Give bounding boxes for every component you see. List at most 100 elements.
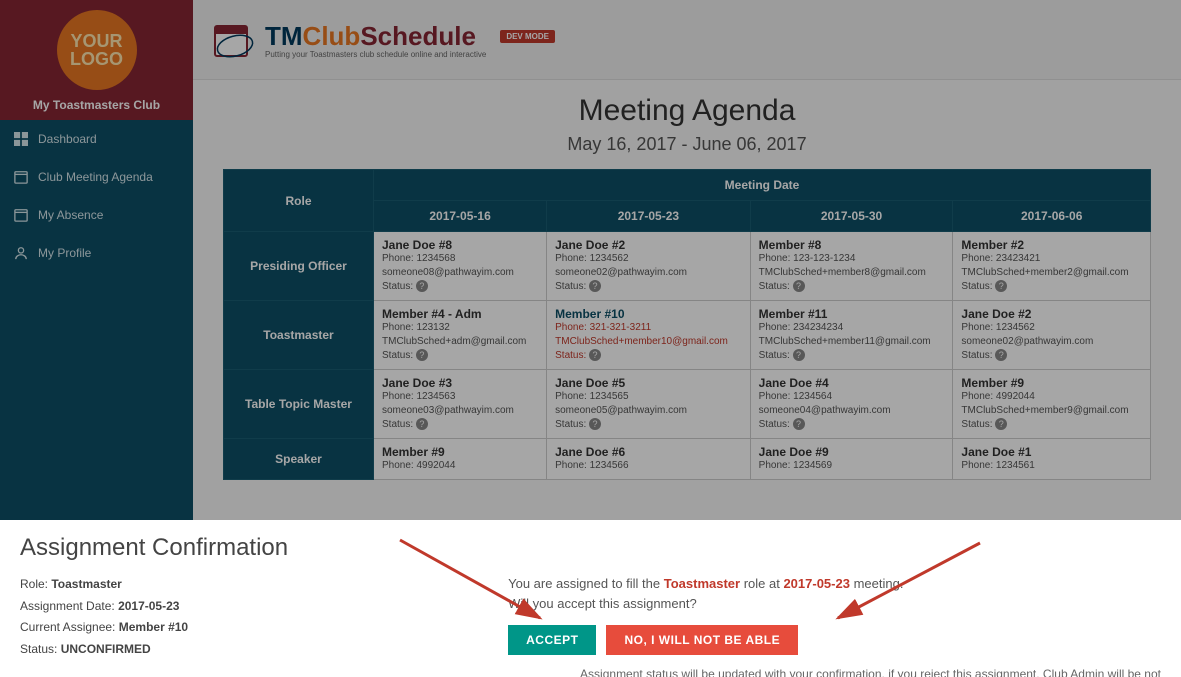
date-label: Assignment Date: [20, 599, 115, 613]
assignee-name: Member #9 [382, 445, 538, 459]
assignee-email: TMClubSched+member2@gmail.com [961, 266, 1142, 280]
sidebar-nav: Dashboard Club Meeting Agenda My Absence… [0, 120, 193, 272]
role-header: Role [224, 170, 374, 232]
assignee-status: Status: ? [961, 418, 1142, 432]
role-cell: Table Topic Master [224, 370, 374, 439]
date-range: May 16, 2017 - June 06, 2017 [223, 134, 1151, 155]
assignee-status: Status: ? [382, 280, 538, 294]
sidebar-item-label: My Profile [38, 246, 91, 260]
assignee-status: Status: ? [961, 349, 1142, 363]
assignee-phone: Phone: 123-123-1234 [759, 252, 945, 266]
assignment-cell[interactable]: Member #9Phone: 4992044 [374, 439, 547, 480]
assignee-status: Status: ? [382, 418, 538, 432]
assignment-cell[interactable]: Member #2Phone: 23423421TMClubSched+memb… [953, 232, 1151, 301]
assignee-phone: Phone: 1234565 [555, 390, 742, 404]
confirmation-title: Assignment Confirmation [20, 534, 1161, 562]
status-help-icon[interactable]: ? [416, 280, 428, 292]
assignee-email: someone02@pathwayim.com [555, 266, 742, 280]
status-help-icon[interactable]: ? [589, 418, 601, 430]
role-label: Role: [20, 577, 48, 591]
status-help-icon[interactable]: ? [793, 418, 805, 430]
main: Meeting Agenda May 16, 2017 - June 06, 2… [193, 80, 1181, 494]
person-icon [14, 246, 28, 260]
assignee-name: Member #11 [759, 307, 945, 321]
assignment-cell[interactable]: Jane Doe #1Phone: 1234561 [953, 439, 1151, 480]
sidebar-item-agenda[interactable]: Club Meeting Agenda [0, 158, 193, 196]
assignee-status: Status: ? [555, 418, 742, 432]
assignee-status: Status: ? [555, 280, 742, 294]
reject-button[interactable]: NO, I WILL NOT BE ABLE [606, 625, 798, 655]
sidebar-item-dashboard[interactable]: Dashboard [0, 120, 193, 158]
dashboard-icon [14, 132, 28, 146]
content-area: TMClubSchedule Putting your Toastmasters… [193, 0, 1181, 520]
assignee-email: someone04@pathwayim.com [759, 404, 945, 418]
assignee-name: Member #2 [961, 238, 1142, 252]
assignment-cell[interactable]: Jane Doe #8Phone: 1234568someone08@pathw… [374, 232, 547, 301]
accept-button[interactable]: ACCEPT [508, 625, 596, 655]
confirmation-message-block: You are assigned to fill the Toastmaster… [218, 574, 1161, 677]
assignment-cell[interactable]: Member #9Phone: 4992044TMClubSched+membe… [953, 370, 1151, 439]
assignee-phone: Phone: 123132 [382, 321, 538, 335]
calendar-x-icon [14, 208, 28, 222]
assignee-email: someone05@pathwayim.com [555, 404, 742, 418]
status-help-icon[interactable]: ? [793, 349, 805, 361]
assignment-cell[interactable]: Member #10Phone: 321-321-3211TMClubSched… [547, 301, 751, 370]
assignee-name: Member #9 [961, 376, 1142, 390]
assignee-name: Jane Doe #6 [555, 445, 742, 459]
status-help-icon[interactable]: ? [793, 280, 805, 292]
status-help-icon[interactable]: ? [416, 418, 428, 430]
table-row: Table Topic MasterJane Doe #3Phone: 1234… [224, 370, 1151, 439]
assignee-phone: Phone: 1234562 [555, 252, 742, 266]
status-value: UNCONFIRMED [61, 642, 151, 656]
assignee-name: Jane Doe #2 [961, 307, 1142, 321]
date-column-header: 2017-05-16 [374, 201, 547, 232]
status-help-icon[interactable]: ? [416, 349, 428, 361]
sidebar-item-label: Dashboard [38, 132, 97, 146]
role-value: Toastmaster [51, 577, 121, 591]
assignment-cell[interactable]: Jane Doe #3Phone: 1234563someone03@pathw… [374, 370, 547, 439]
assignee-status: Status: ? [382, 349, 538, 363]
assignment-cell[interactable]: Jane Doe #6Phone: 1234566 [547, 439, 751, 480]
assignment-cell[interactable]: Member #4 - AdmPhone: 123132TMClubSched+… [374, 301, 547, 370]
assignee-phone: Phone: 321-321-3211 [555, 321, 742, 335]
status-help-icon[interactable]: ? [995, 349, 1007, 361]
role-cell: Presiding Officer [224, 232, 374, 301]
role-cell: Speaker [224, 439, 374, 480]
brand-text: TMClubSchedule [265, 21, 486, 52]
brand-schedule: Schedule [360, 21, 476, 51]
sidebar-item-profile[interactable]: My Profile [0, 234, 193, 272]
assignee-email: TMClubSched+adm@gmail.com [382, 335, 538, 349]
assignee-email: someone08@pathwayim.com [382, 266, 538, 280]
message-date: 2017-05-23 [783, 576, 850, 591]
sidebar-item-absence[interactable]: My Absence [0, 196, 193, 234]
assignee-email: someone03@pathwayim.com [382, 404, 538, 418]
assignee-phone: Phone: 1234562 [961, 321, 1142, 335]
confirmation-message: You are assigned to fill the Toastmaster… [508, 574, 1161, 613]
confirmation-panel: Assignment Confirmation Role: Toastmaste… [0, 520, 1181, 677]
assignee-name: Jane Doe #4 [759, 376, 945, 390]
assignment-cell[interactable]: Jane Doe #2Phone: 1234562someone02@pathw… [953, 301, 1151, 370]
assignment-cell[interactable]: Jane Doe #4Phone: 1234564someone04@pathw… [750, 370, 953, 439]
logo-line1: YOUR [70, 32, 122, 50]
assignment-cell[interactable]: Jane Doe #5Phone: 1234565someone05@pathw… [547, 370, 751, 439]
table-row: ToastmasterMember #4 - AdmPhone: 123132T… [224, 301, 1151, 370]
message-question: Will you accept this assignment? [508, 596, 697, 611]
status-help-icon[interactable]: ? [995, 280, 1007, 292]
assignee-label: Current Assignee: [20, 620, 115, 634]
status-help-icon[interactable]: ? [589, 280, 601, 292]
brand: TMClubSchedule Putting your Toastmasters… [211, 18, 555, 62]
status-help-icon[interactable]: ? [995, 418, 1007, 430]
assignment-cell[interactable]: Member #11Phone: 234234234TMClubSched+me… [750, 301, 953, 370]
assignment-cell[interactable]: Jane Doe #2Phone: 1234562someone02@pathw… [547, 232, 751, 301]
brand-tm: TM [265, 21, 303, 51]
sidebar-item-label: My Absence [38, 208, 103, 222]
status-help-icon[interactable]: ? [589, 349, 601, 361]
dev-mode-badge: DEV MODE [500, 30, 555, 43]
assignee-phone: Phone: 4992044 [382, 459, 538, 473]
assignee-phone: Phone: 1234561 [961, 459, 1142, 473]
assignment-cell[interactable]: Jane Doe #9Phone: 1234569 [750, 439, 953, 480]
assignment-cell[interactable]: Member #8Phone: 123-123-1234TMClubSched+… [750, 232, 953, 301]
assignee-email: someone02@pathwayim.com [961, 335, 1142, 349]
calendar-icon [14, 170, 28, 184]
brand-calendar-icon [211, 18, 255, 62]
